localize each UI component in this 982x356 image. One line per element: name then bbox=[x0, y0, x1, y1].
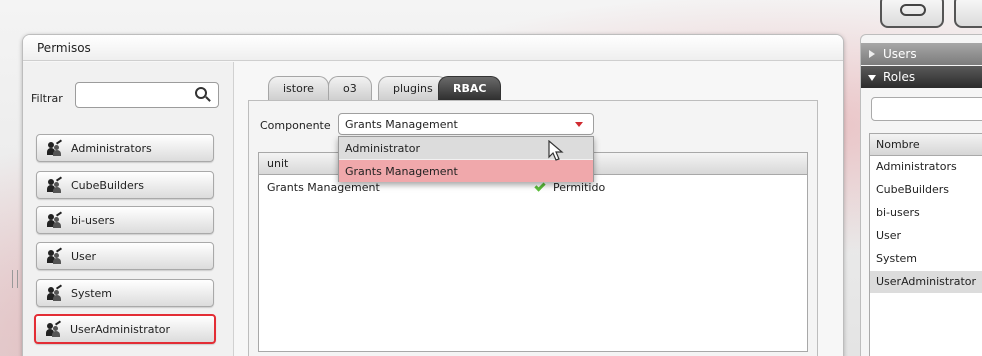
component-label: Componente bbox=[260, 119, 331, 132]
cell-status: Permitido bbox=[553, 181, 606, 194]
dropdown-option-grants-management[interactable]: Grants Management bbox=[339, 160, 593, 182]
group-label: Administrators bbox=[71, 142, 152, 155]
component-selected-value: Grants Management bbox=[345, 118, 458, 131]
toolbar-button[interactable] bbox=[954, 0, 982, 28]
roles-table: Nombre Administrators CubeBuilders bi-us… bbox=[869, 133, 982, 356]
group-icon bbox=[47, 284, 63, 301]
group-button-cubebuilders[interactable]: CubeBuilders bbox=[36, 171, 214, 199]
section-label: Roles bbox=[883, 70, 916, 84]
role-row[interactable]: UserAdministrator bbox=[870, 271, 982, 293]
group-button-bi-users[interactable]: bi-users bbox=[36, 206, 214, 234]
resize-handle[interactable] bbox=[12, 270, 18, 288]
group-label: UserAdministrator bbox=[70, 323, 171, 336]
role-row[interactable]: bi-users bbox=[870, 202, 982, 224]
tab-istore[interactable]: istore bbox=[268, 76, 329, 100]
group-label: bi-users bbox=[71, 214, 115, 227]
group-icon bbox=[47, 247, 63, 264]
role-row[interactable]: System bbox=[870, 248, 982, 270]
right-panel: Users Roles Nombre Administrators CubeBu… bbox=[860, 34, 982, 356]
tab-o3[interactable]: o3 bbox=[328, 76, 372, 100]
group-icon bbox=[47, 176, 63, 193]
group-icon bbox=[47, 211, 63, 228]
cell-unit: Grants Management bbox=[267, 181, 380, 194]
column-header-unit[interactable]: unit bbox=[267, 157, 288, 170]
component-select[interactable]: Grants Management bbox=[338, 113, 594, 135]
group-icon bbox=[46, 320, 62, 337]
column-divider bbox=[233, 62, 234, 356]
panel-title: Permisos bbox=[23, 35, 843, 61]
group-icon bbox=[47, 139, 63, 156]
section-users[interactable]: Users bbox=[861, 43, 982, 65]
permissions-table: unit Grants Management Permitido bbox=[258, 152, 808, 352]
search-icon[interactable] bbox=[195, 87, 207, 99]
group-button-system[interactable]: System bbox=[36, 279, 214, 307]
group-button-administrators[interactable]: Administrators bbox=[36, 134, 214, 162]
check-icon bbox=[534, 180, 546, 192]
section-label: Users bbox=[883, 47, 917, 61]
section-roles[interactable]: Roles bbox=[861, 66, 982, 88]
tab-rbac[interactable]: RBAC bbox=[438, 76, 502, 100]
column-header-nombre[interactable]: Nombre bbox=[870, 134, 982, 156]
role-row[interactable]: CubeBuilders bbox=[870, 179, 982, 201]
group-label: CubeBuilders bbox=[71, 179, 145, 192]
filter-label: Filtrar bbox=[31, 92, 63, 105]
collapse-arrow-icon bbox=[868, 75, 876, 81]
roles-search-input[interactable] bbox=[871, 97, 982, 121]
role-row[interactable]: Administrators bbox=[870, 156, 982, 178]
group-button-user[interactable]: User bbox=[36, 242, 214, 270]
expand-arrow-icon bbox=[869, 50, 875, 58]
role-row[interactable]: User bbox=[870, 225, 982, 247]
group-label: User bbox=[71, 250, 97, 263]
group-label: System bbox=[71, 287, 113, 300]
speech-bubble-icon bbox=[900, 4, 926, 16]
group-button-useradministrator[interactable]: UserAdministrator bbox=[34, 314, 216, 344]
chat-button[interactable] bbox=[880, 0, 944, 28]
chevron-down-icon bbox=[575, 122, 583, 127]
